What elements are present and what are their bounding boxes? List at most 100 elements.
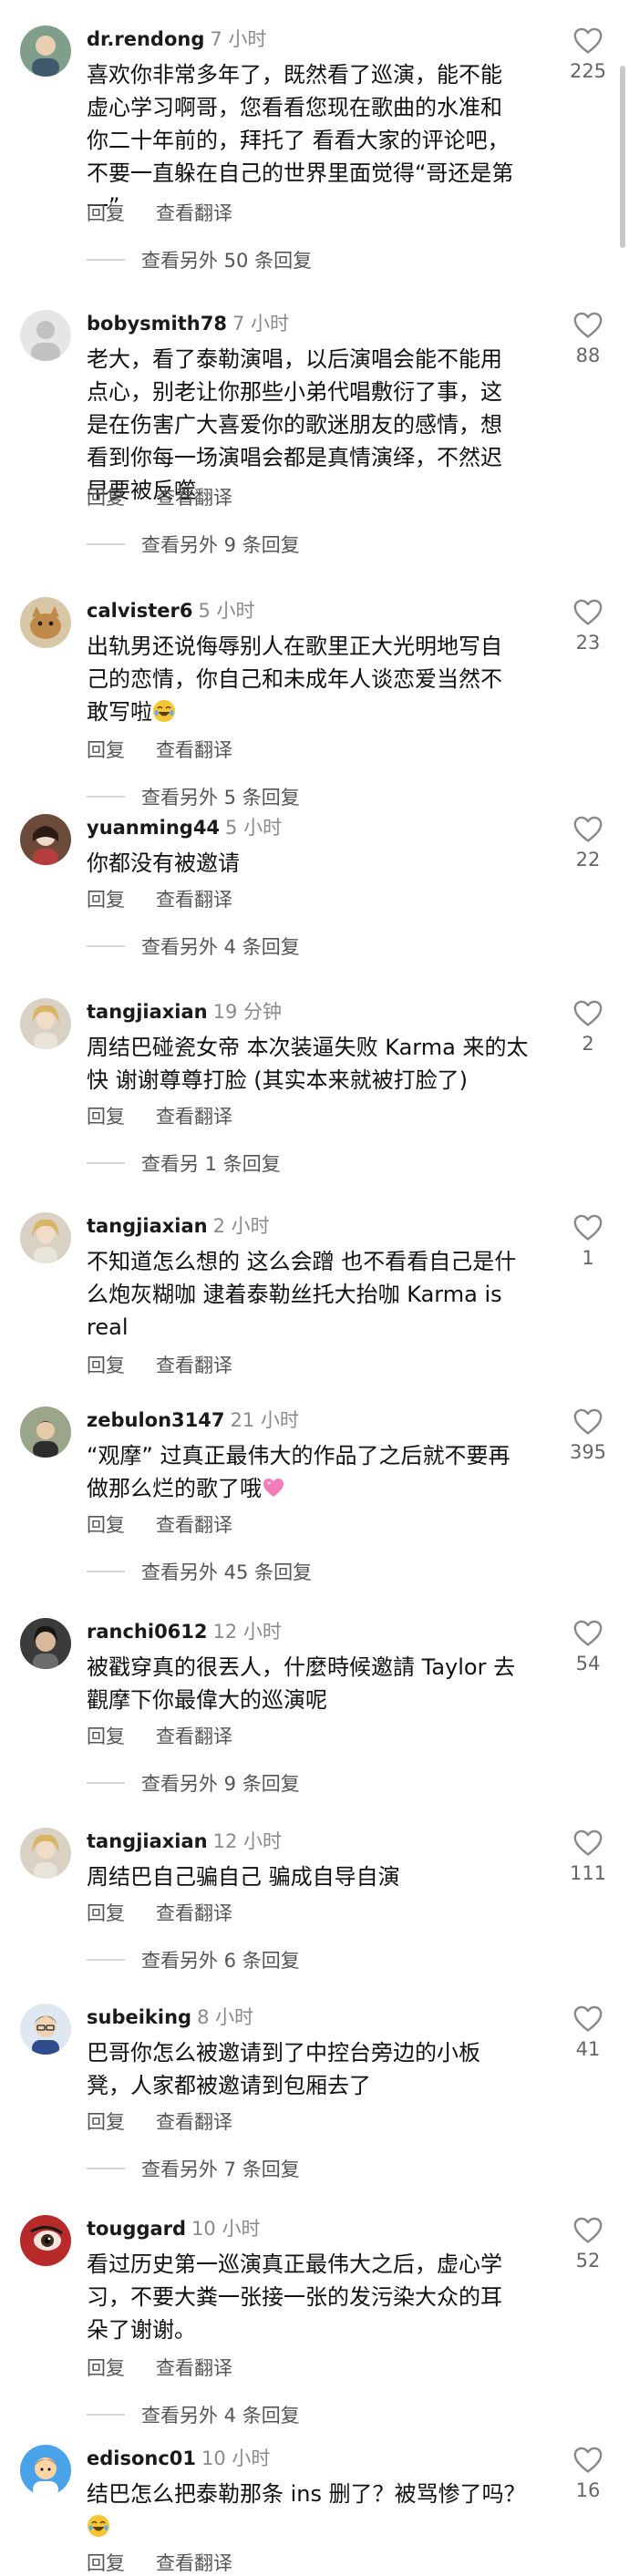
timestamp: 12 小时	[212, 1830, 283, 1852]
timestamp: 12 小时	[212, 1621, 282, 1643]
timestamp: 19 分钟	[212, 1001, 283, 1023]
avatar[interactable]	[20, 1406, 71, 1458]
reply-button[interactable]: 回复	[87, 2107, 125, 2135]
view-replies-label: 查看另外 4 条回复	[141, 2405, 300, 2427]
username[interactable]: ranchi0612	[87, 1621, 208, 1643]
comment-text: 结巴怎么把泰勒那条 ins 删了？被骂惨了吗？😂	[87, 2478, 542, 2543]
like-count: 2	[582, 1033, 594, 1055]
view-replies-button[interactable]: 查看另外 9 条回复	[87, 1769, 300, 1797]
avatar[interactable]	[20, 1212, 71, 1263]
divider-line	[87, 259, 125, 261]
heart-icon[interactable]	[572, 597, 603, 626]
translate-button[interactable]: 查看翻译	[156, 1102, 232, 1129]
reply-button[interactable]: 回复	[87, 1102, 125, 1129]
translate-button[interactable]: 查看翻译	[156, 2354, 232, 2381]
comment-text: 不知道怎么想的 这么会蹭 也不看看自己是什 么炮灰糊咖 逮着泰勒丝托大抬咖 Ka…	[87, 1249, 517, 1340]
username[interactable]: tangjiaxian	[87, 1001, 208, 1023]
heart-icon[interactable]	[572, 2215, 603, 2244]
like-count: 111	[569, 1862, 607, 1884]
avatar[interactable]	[20, 2445, 71, 2496]
view-replies-label: 查看另外 45 条回复	[141, 1561, 313, 1583]
avatar[interactable]	[20, 1618, 71, 1669]
reply-button[interactable]: 回复	[87, 199, 125, 226]
username[interactable]: zebulon3147	[87, 1409, 224, 1431]
heart-icon[interactable]	[572, 1618, 603, 1647]
view-replies-button[interactable]: 查看另外 9 条回复	[87, 531, 300, 558]
laughing-tears-emoji-icon	[153, 700, 175, 722]
view-replies-button[interactable]: 查看另外 4 条回复	[87, 933, 300, 960]
translate-button[interactable]: 查看翻译	[156, 1510, 232, 1538]
avatar[interactable]	[20, 998, 71, 1049]
scrollbar[interactable]	[620, 66, 625, 248]
like-area: 88	[563, 310, 613, 366]
heart-icon[interactable]	[572, 1406, 603, 1436]
translate-button[interactable]: 查看翻译	[156, 1351, 232, 1378]
username[interactable]: dr.rendong	[87, 28, 204, 50]
heart-icon[interactable]	[572, 310, 603, 339]
heart-icon[interactable]	[572, 1828, 603, 1857]
username[interactable]: calvister6	[87, 600, 192, 622]
pink-heart-emoji-icon	[263, 1479, 284, 1497]
translate-button[interactable]: 查看翻译	[156, 199, 232, 226]
view-replies-label: 查看另外 6 条回复	[141, 1950, 300, 1972]
avatar[interactable]	[20, 814, 71, 865]
view-replies-button[interactable]: 查看另外 45 条回复	[87, 1558, 312, 1585]
heart-icon[interactable]	[572, 2004, 603, 2033]
translate-button[interactable]: 查看翻译	[156, 1722, 232, 1749]
translate-button[interactable]: 查看翻译	[156, 885, 232, 912]
heart-icon[interactable]	[572, 2445, 603, 2474]
heart-icon[interactable]	[572, 998, 603, 1027]
view-replies-label: 查看另外 7 条回复	[141, 2159, 300, 2180]
username[interactable]: yuanming44	[87, 817, 220, 839]
reply-button[interactable]: 回复	[87, 736, 125, 763]
translate-button[interactable]: 查看翻译	[156, 483, 232, 510]
like-count: 41	[575, 2038, 601, 2060]
username[interactable]: subeiking	[87, 2006, 191, 2028]
reply-button[interactable]: 回复	[87, 1510, 125, 1538]
translate-button[interactable]: 查看翻译	[156, 2107, 232, 2135]
avatar[interactable]	[20, 26, 71, 77]
heart-icon[interactable]	[572, 26, 603, 55]
heart-icon[interactable]	[572, 1212, 603, 1242]
avatar[interactable]	[20, 310, 71, 361]
username[interactable]: tangjiaxian	[87, 1215, 208, 1237]
view-replies-button[interactable]: 查看另外 7 条回复	[87, 2155, 300, 2182]
username[interactable]: bobysmith78	[87, 313, 227, 335]
username[interactable]: edisonc01	[87, 2447, 196, 2469]
avatar[interactable]	[20, 1828, 71, 1879]
username[interactable]: touggard	[87, 2218, 186, 2240]
reply-button[interactable]: 回复	[87, 1351, 125, 1378]
comment-actions: 回复 查看翻译	[87, 483, 232, 510]
timestamp: 10 小时	[191, 2218, 261, 2240]
username[interactable]: tangjiaxian	[87, 1830, 208, 1852]
timestamp: 21 小时	[230, 1409, 299, 1431]
view-replies-button[interactable]: 查看另外 50 条回复	[87, 246, 312, 273]
reply-button[interactable]: 回复	[87, 1722, 125, 1749]
translate-button[interactable]: 查看翻译	[156, 1899, 232, 1926]
translate-button[interactable]: 查看翻译	[156, 2549, 232, 2576]
like-count: 395	[569, 1441, 607, 1463]
view-replies-button[interactable]: 查看另外 4 条回复	[87, 2401, 300, 2428]
view-replies-label: 查看另 1 条回复	[141, 1153, 281, 1175]
like-area: 52	[563, 2215, 613, 2272]
heart-icon[interactable]	[572, 814, 603, 843]
translate-button[interactable]: 查看翻译	[156, 736, 232, 763]
reply-button[interactable]: 回复	[87, 2354, 125, 2381]
divider-line	[87, 543, 125, 545]
reply-button[interactable]: 回复	[87, 1899, 125, 1926]
comment-header: subeiking 8 小时	[87, 2005, 253, 2029]
view-replies-button[interactable]: 查看另外 6 条回复	[87, 1946, 300, 1973]
comment-header: dr.rendong 7 小时	[87, 27, 266, 51]
view-replies-button[interactable]: 查看另 1 条回复	[87, 1149, 281, 1177]
like-area: 111	[563, 1828, 613, 1884]
reply-button[interactable]: 回复	[87, 483, 125, 510]
reply-button[interactable]: 回复	[87, 885, 125, 912]
avatar[interactable]	[20, 2215, 71, 2266]
avatar[interactable]	[20, 2004, 71, 2055]
timestamp: 8 小时	[197, 2006, 254, 2028]
timestamp: 5 小时	[198, 600, 255, 622]
view-replies-label: 查看另外 4 条回复	[141, 936, 300, 958]
avatar[interactable]	[20, 597, 71, 648]
view-replies-button[interactable]: 查看另外 5 条回复	[87, 783, 300, 810]
reply-button[interactable]: 回复	[87, 2549, 125, 2576]
